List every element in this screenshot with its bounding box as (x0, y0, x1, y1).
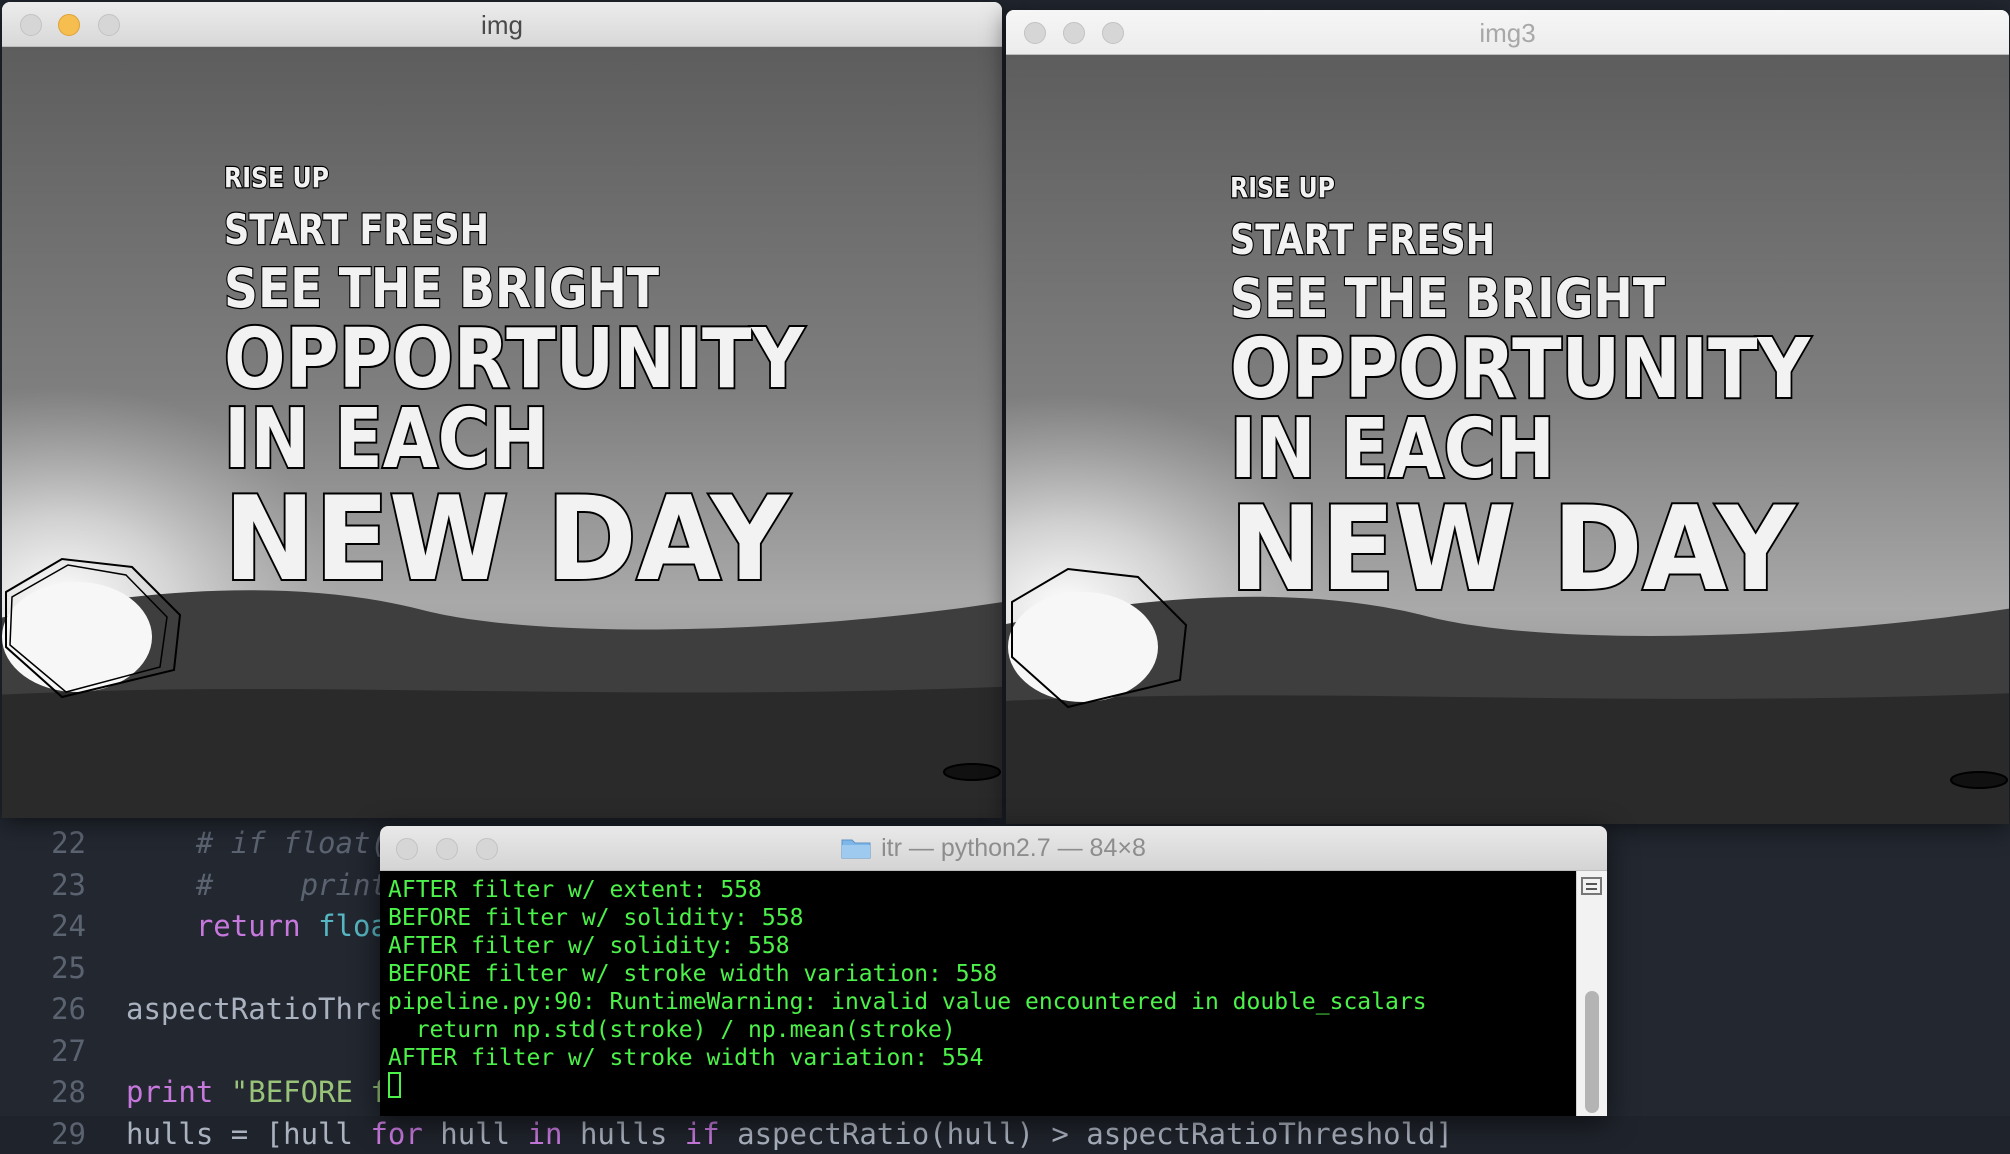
line-number: 26 (51, 992, 86, 1026)
code-token: floa (318, 909, 388, 943)
code-token: # print (126, 867, 388, 902)
terminal-line: pipeline.py:90: RuntimeWarning: invalid … (388, 989, 1427, 1015)
code-token: print (126, 1075, 214, 1109)
poster-line: START FRESH (224, 205, 489, 254)
poster-line: START FRESH (1230, 215, 1495, 264)
window-titlebar[interactable]: img (2, 2, 1002, 47)
folder-icon (841, 837, 871, 859)
window-title: img3 (1479, 18, 1536, 48)
poster-line: NEW DAY (224, 472, 791, 607)
code-token: aspectRatioThre (126, 992, 388, 1026)
terminal-title-text: itr — python2.7 — 84×8 (881, 833, 1146, 862)
code-text: hulls = [hull for hull in hulls if aspec… (126, 1114, 1453, 1154)
terminal-output[interactable]: AFTER filter w/ extent: 558 BEFORE filter… (388, 876, 1571, 1116)
small-contour (1950, 771, 2008, 789)
line-number: 24 (51, 909, 86, 943)
terminal-cursor (388, 1072, 401, 1098)
terminal-line: BEFORE filter w/ solidity: 558 (388, 905, 804, 931)
line-number: 22 (51, 826, 86, 860)
code-token: aspectRatio(hull) > aspectRatioThreshold… (719, 1116, 1453, 1151)
code-text: # print (126, 865, 388, 905)
image-window-img[interactable]: img RISE UP START FRESH SEE THE BRIGHT OPPO… (2, 2, 1002, 818)
code-line: 29 hulls = [hull for hull in hulls if asp… (0, 1114, 2010, 1154)
code-text: aspectRatioThre (126, 989, 388, 1029)
window-titlebar[interactable]: img3 (1006, 10, 2009, 55)
code-token: hull (422, 1116, 528, 1151)
code-text: return floa (126, 906, 388, 946)
code-text: print "BEFORE f (126, 1072, 388, 1112)
window-title: img (481, 10, 523, 40)
terminal-window[interactable]: itr — python2.7 — 84×8 AFTER filter w/ e… (380, 826, 1607, 1116)
line-number: 23 (51, 867, 86, 902)
ground (1006, 693, 2009, 824)
image-window-img3[interactable]: img3 RISE UP START FRESH SEE THE BRIGHT OPP… (1006, 10, 2009, 824)
sunset-image: RISE UPSTART FRESHSEE THE BRIGHTOPPORTUN… (1006, 55, 2009, 824)
line-number: 29 (51, 1116, 86, 1151)
terminal-titlebar[interactable]: itr — python2.7 — 84×8 (380, 826, 1607, 871)
terminal-line: AFTER filter w/ extent: 558 (388, 877, 762, 903)
code-token: if (684, 1116, 720, 1151)
sun-blob (1008, 592, 1158, 702)
line-number: 28 (51, 1075, 86, 1109)
terminal-prompt-line[interactable] (388, 1072, 1571, 1100)
ground (2, 686, 1002, 818)
image-canvas: RISE UP START FRESH SEE THE BRIGHT OPPORTUN… (1006, 55, 2009, 824)
poster-line: RISE UP (1230, 171, 1335, 204)
code-token: in (527, 1116, 563, 1151)
poster-line: RISE UP (224, 161, 329, 194)
terminal-line: AFTER filter w/ solidity: 558 (388, 933, 790, 959)
terminal-scrollbar[interactable] (1576, 871, 1607, 1116)
code-token: hulls (562, 1116, 685, 1151)
terminal-line: BEFORE filter w/ stroke width variation:… (388, 961, 998, 987)
poster-line: SEE THE BRIGHT (1230, 267, 1665, 330)
poster-line: NEW DAY (1230, 482, 1797, 617)
terminal-title: itr — python2.7 — 84×8 (380, 826, 1607, 870)
line-number: 25 (51, 950, 86, 985)
terminal-line: AFTER filter w/ stroke width variation: … (388, 1045, 984, 1071)
scroll-menu-icon[interactable] (1581, 877, 1602, 895)
code-token: hulls = [hull (126, 1116, 371, 1151)
code-token: return (195, 909, 301, 943)
line-number: 27 (51, 1033, 86, 1068)
image-canvas: RISE UP START FRESH SEE THE BRIGHT OPPORTUN… (2, 47, 1002, 818)
sunset-image: RISE UPSTART FRESHSEE THE BRIGHTOPPORTUN… (2, 47, 1002, 818)
small-contour (943, 763, 1001, 781)
poster-line: SEE THE BRIGHT (224, 257, 659, 320)
code-token: for (370, 1116, 423, 1151)
code-token: "BEFORE f (230, 1075, 388, 1109)
terminal-line: return np.std(stroke) / np.mean(stroke) (388, 1017, 956, 1043)
scroll-thumb[interactable] (1585, 991, 1599, 1113)
